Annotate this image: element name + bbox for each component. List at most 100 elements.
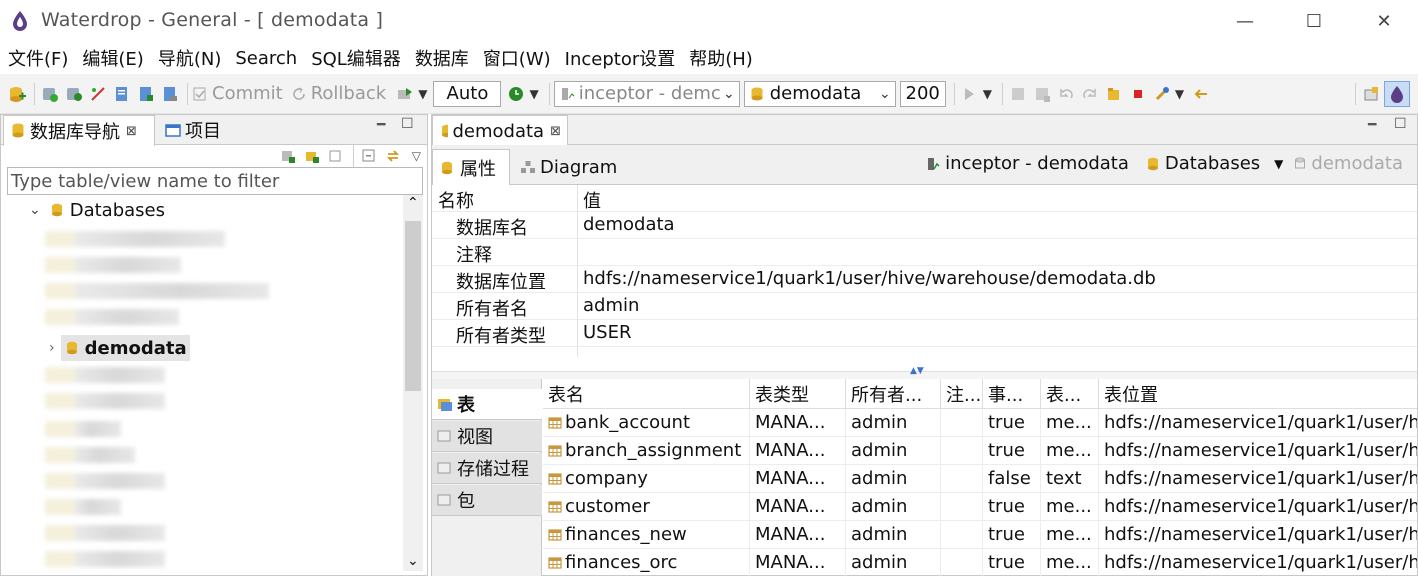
new-folder-icon[interactable] bbox=[301, 145, 323, 167]
table-cell[interactable]: admin bbox=[846, 465, 941, 493]
column-header[interactable]: 表类型 bbox=[750, 379, 846, 409]
recent-script-icon[interactable] bbox=[159, 83, 181, 105]
table-cell[interactable]: admin bbox=[846, 437, 941, 465]
column-header[interactable]: 注... bbox=[941, 379, 983, 409]
table-cell[interactable]: me... bbox=[1041, 493, 1099, 521]
table-cell[interactable]: me... bbox=[1041, 521, 1099, 549]
tree-node-demodata[interactable]: › demodata bbox=[49, 335, 190, 361]
column-header[interactable]: 事... bbox=[983, 379, 1041, 409]
table-cell[interactable] bbox=[941, 493, 983, 521]
tree-node-databases[interactable]: ⌄ Databases bbox=[29, 197, 165, 223]
maximize-panel-icon[interactable]: ☐ bbox=[401, 116, 414, 132]
tab-diagram[interactable]: Diagram bbox=[514, 149, 623, 185]
table-cell[interactable] bbox=[941, 437, 983, 465]
splitter-sash[interactable]: ▲▼ bbox=[432, 366, 1417, 379]
column-header[interactable]: 表... bbox=[1041, 379, 1099, 409]
new-connection-icon[interactable] bbox=[6, 83, 28, 105]
run-icon[interactable] bbox=[959, 83, 981, 105]
collapse-all-icon[interactable] bbox=[358, 145, 380, 167]
history-icon[interactable] bbox=[505, 83, 527, 105]
disconnect-icon[interactable] bbox=[87, 83, 109, 105]
table-cell[interactable]: admin bbox=[846, 409, 941, 437]
table-cell[interactable]: hdfs://nameservice1/quark1/user/hi bbox=[1099, 493, 1417, 521]
table-cell[interactable] bbox=[941, 465, 983, 493]
scroll-up-icon[interactable]: ⌃ bbox=[407, 195, 419, 211]
open-file-icon[interactable] bbox=[1103, 83, 1125, 105]
chevron-down-icon[interactable]: ▼ bbox=[1274, 157, 1283, 171]
column-header[interactable]: 表名 bbox=[543, 379, 750, 409]
menu-file[interactable]: 文件(F) bbox=[8, 45, 68, 71]
link-with-editor-icon[interactable] bbox=[382, 145, 404, 167]
undo-icon[interactable] bbox=[1055, 83, 1077, 105]
tools-icon[interactable] bbox=[1151, 83, 1173, 105]
breadcrumb-connection[interactable]: inceptor - demodata bbox=[945, 153, 1129, 174]
table-cell[interactable]: MANA... bbox=[750, 549, 846, 576]
table-cell[interactable]: true bbox=[983, 549, 1041, 576]
chevron-down-icon[interactable]: ▼ bbox=[1175, 87, 1184, 101]
new-connection-icon[interactable] bbox=[277, 145, 299, 167]
table-cell[interactable]: MANA... bbox=[750, 465, 846, 493]
breadcrumb-database[interactable]: demodata bbox=[1311, 153, 1403, 174]
table-row[interactable]: bank_account bbox=[543, 409, 750, 437]
property-row[interactable]: 数据库名 demodata bbox=[432, 212, 1417, 239]
commit-button[interactable]: Commit bbox=[192, 83, 283, 104]
column-header[interactable]: 所有者... bbox=[846, 379, 941, 409]
table-cell[interactable]: me... bbox=[1041, 409, 1099, 437]
table-cell[interactable]: MANA... bbox=[750, 521, 846, 549]
filter-config-icon[interactable] bbox=[325, 145, 347, 167]
open-perspective-icon[interactable] bbox=[1360, 83, 1382, 105]
new-script-icon[interactable] bbox=[135, 83, 157, 105]
table-cell[interactable]: true bbox=[983, 493, 1041, 521]
menu-sql-editor[interactable]: SQL编辑器 bbox=[311, 45, 401, 71]
table-cell[interactable]: MANA... bbox=[750, 437, 846, 465]
column-header[interactable]: 表位置 bbox=[1099, 379, 1417, 409]
sql-editor-icon[interactable] bbox=[111, 83, 133, 105]
waterdrop-perspective-icon[interactable] bbox=[1384, 80, 1410, 107]
tab-project[interactable]: 项目 bbox=[159, 115, 227, 145]
table-cell[interactable]: hdfs://nameservice1/quark1/user/hi bbox=[1099, 437, 1417, 465]
tab-packages[interactable]: 包 bbox=[432, 485, 542, 516]
transaction-mode-icon[interactable] bbox=[394, 83, 416, 105]
menu-edit[interactable]: 编辑(E) bbox=[82, 45, 143, 71]
table-row[interactable]: company bbox=[543, 465, 750, 493]
table-row[interactable]: branch_assignment bbox=[543, 437, 750, 465]
table-cell[interactable] bbox=[941, 521, 983, 549]
menu-inceptor-settings[interactable]: Inceptor设置 bbox=[565, 45, 676, 71]
table-cell[interactable]: true bbox=[983, 521, 1041, 549]
chevron-down-icon[interactable]: ▼ bbox=[418, 87, 427, 101]
tree-scrollbar[interactable]: ⌃ ⌄ bbox=[403, 195, 423, 571]
scrollbar-thumb[interactable] bbox=[405, 221, 421, 391]
table-filter-input[interactable]: Type table/view name to filter bbox=[7, 167, 423, 195]
table-cell[interactable]: MANA... bbox=[750, 409, 846, 437]
sash-arrows-icon[interactable]: ▲▼ bbox=[910, 366, 924, 376]
menu-search[interactable]: Search bbox=[235, 48, 297, 69]
table-cell[interactable]: admin bbox=[846, 549, 941, 576]
table-cell[interactable]: hdfs://nameservice1/quark1/user/hi bbox=[1099, 549, 1417, 576]
transaction-mode-select[interactable]: Auto bbox=[433, 80, 502, 107]
table-row[interactable]: finances_new bbox=[543, 521, 750, 549]
redo-icon[interactable] bbox=[1079, 83, 1101, 105]
table-cell[interactable]: text bbox=[1041, 465, 1099, 493]
table-cell[interactable]: hdfs://nameservice1/quark1/user/hi bbox=[1099, 521, 1417, 549]
breadcrumb-databases[interactable]: Databases bbox=[1165, 153, 1260, 174]
property-row[interactable]: 所有者类型 USER bbox=[432, 320, 1417, 347]
minimize-editor-icon[interactable]: ━ bbox=[1368, 117, 1376, 133]
close-tab-icon[interactable]: ⊠ bbox=[550, 124, 561, 139]
result-limit-input[interactable]: 200 bbox=[899, 80, 946, 107]
tab-properties[interactable]: 属性 bbox=[432, 149, 510, 185]
rollback-button[interactable]: Rollback bbox=[291, 83, 386, 104]
table-row[interactable]: finances_orc bbox=[543, 549, 750, 576]
save-icon[interactable] bbox=[1007, 83, 1029, 105]
connect-icon[interactable] bbox=[39, 83, 61, 105]
menu-database[interactable]: 数据库 bbox=[415, 45, 469, 71]
database-select[interactable]: demodata ⌄ bbox=[743, 80, 896, 107]
back-navigation-icon[interactable] bbox=[1190, 83, 1212, 105]
minimize-button[interactable]: — bbox=[1222, 6, 1268, 36]
property-row[interactable]: 数据库位置 hdfs://nameservice1/quark1/user/hi… bbox=[432, 266, 1417, 293]
stop-icon[interactable] bbox=[1127, 83, 1149, 105]
tab-database-navigator[interactable]: 数据库导航 ⊠ bbox=[3, 115, 155, 146]
table-cell[interactable]: me... bbox=[1041, 549, 1099, 576]
table-cell[interactable]: hdfs://nameservice1/quark1/user/hi bbox=[1099, 409, 1417, 437]
close-tab-icon[interactable]: ⊠ bbox=[126, 124, 137, 139]
maximize-editor-icon[interactable]: ☐ bbox=[1394, 116, 1407, 132]
